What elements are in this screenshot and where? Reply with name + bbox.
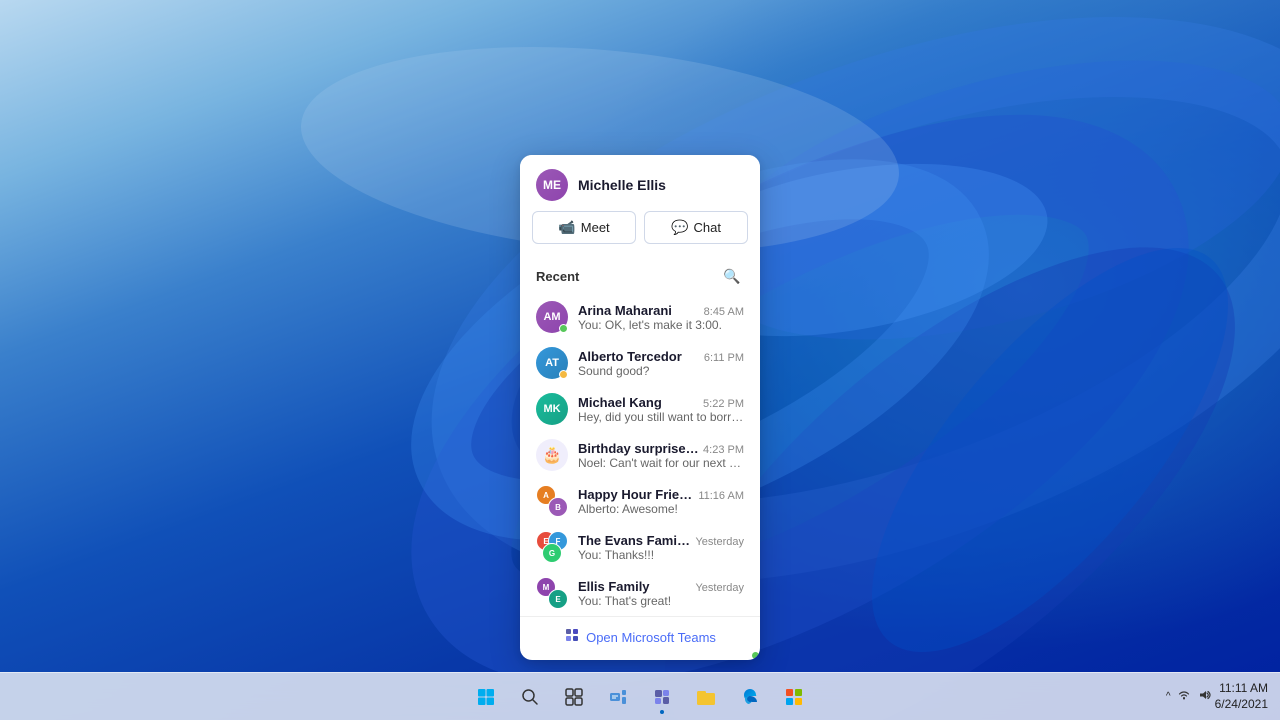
message-preview: Alberto: Awesome! <box>578 502 744 516</box>
teams-chat-icon <box>652 687 672 707</box>
chat-taskbar-button[interactable] <box>642 677 682 717</box>
user-avatar: ME <box>536 169 568 201</box>
wifi-icon[interactable] <box>1177 688 1191 705</box>
date-display: 6/24/2021 <box>1215 697 1268 713</box>
list-item[interactable]: A B Happy Hour Friends 11:16 AM Alberto:… <box>520 478 760 524</box>
avatar: MK <box>536 393 568 425</box>
chat-info: Michael Kang 5:22 PM Hey, did you still … <box>578 395 744 424</box>
search-icon <box>521 688 539 706</box>
avatar: A B <box>536 485 568 517</box>
group-face-2: E <box>548 589 568 609</box>
start-button[interactable] <box>466 677 506 717</box>
contact-name: Arina Maharani <box>578 303 672 318</box>
chat-info: Birthday surprise for Mum 4:23 PM Noel: … <box>578 441 744 470</box>
avatar: 🎂 <box>536 439 568 471</box>
edge-icon <box>740 687 760 707</box>
store-button[interactable] <box>774 677 814 717</box>
contact-name: Alberto Tercedor <box>578 349 682 364</box>
contact-name: The Evans Family of Supers <box>578 533 691 548</box>
avatar: M E <box>536 577 568 609</box>
chat-button[interactable]: 💬 Chat <box>644 211 748 244</box>
open-teams-label: Open Microsoft Teams <box>586 630 716 645</box>
chat-name-row: Alberto Tercedor 6:11 PM <box>578 349 744 364</box>
message-time: 11:16 AM <box>698 490 744 502</box>
action-buttons: 📹 Meet 💬 Chat <box>520 211 760 256</box>
contact-name: Ellis Family <box>578 579 650 594</box>
windows-logo-icon <box>477 688 495 706</box>
list-item[interactable]: AT Alberto Tercedor 6:11 PM Sound good? <box>520 340 760 386</box>
message-preview: Noel: Can't wait for our next catch up! <box>578 456 744 470</box>
chat-info: Alberto Tercedor 6:11 PM Sound good? <box>578 349 744 378</box>
chat-name-row: Michael Kang 5:22 PM <box>578 395 744 410</box>
chat-name-row: The Evans Family of Supers Yesterday <box>578 533 744 548</box>
chat-info: Happy Hour Friends 11:16 AM Alberto: Awe… <box>578 487 744 516</box>
chat-info: The Evans Family of Supers Yesterday You… <box>578 533 744 562</box>
file-explorer-button[interactable] <box>686 677 726 717</box>
avatar: AM <box>536 301 568 333</box>
message-time: 5:22 PM <box>703 398 744 410</box>
recent-label: Recent <box>536 269 579 284</box>
meet-icon: 📹 <box>558 219 575 236</box>
file-explorer-icon <box>696 688 716 706</box>
chat-info: Ellis Family Yesterday You: That's great… <box>578 579 744 608</box>
search-button[interactable] <box>510 677 550 717</box>
edge-button[interactable] <box>730 677 770 717</box>
meet-label: Meet <box>581 220 610 235</box>
taskbar-center <box>466 677 814 717</box>
chat-name-row: Ellis Family Yesterday <box>578 579 744 594</box>
message-time: 8:45 AM <box>704 306 744 318</box>
message-preview: You: OK, let's make it 3:00. <box>578 318 744 332</box>
chat-name-row: Arina Maharani 8:45 AM <box>578 303 744 318</box>
message-time: Yesterday <box>695 536 744 548</box>
time-display: 11:11 AM <box>1215 681 1268 697</box>
chat-icon: 💬 <box>671 219 688 236</box>
contact-name: Birthday surprise for Mum <box>578 441 699 456</box>
list-item[interactable]: E F G The Evans Family of Supers Yesterd… <box>520 524 760 570</box>
taskbar: ^ 11:11 AM 6/24/2021 <box>0 672 1280 720</box>
chat-popup: ME Michelle Ellis 📹 Meet 💬 Chat Recent 🔍… <box>520 155 760 660</box>
user-name: Michelle Ellis <box>578 177 666 193</box>
chat-label: Chat <box>693 220 720 235</box>
contact-name: Happy Hour Friends <box>578 487 694 502</box>
avatar: AT <box>536 347 568 379</box>
open-teams-button[interactable]: Open Microsoft Teams <box>520 616 760 660</box>
recent-section: Recent 🔍 AM Arina Maharani 8:45 AM You: … <box>520 256 760 616</box>
teams-logo-icon <box>564 627 580 643</box>
status-dot <box>559 324 568 333</box>
avatar: E F G <box>536 531 568 563</box>
chat-name-row: Birthday surprise for Mum 4:23 PM <box>578 441 744 456</box>
store-icon <box>784 687 804 707</box>
task-view-button[interactable] <box>554 677 594 717</box>
show-hidden-button[interactable]: ^ <box>1166 691 1171 702</box>
volume-icon[interactable] <box>1197 688 1211 705</box>
status-dot <box>559 370 568 379</box>
list-item[interactable]: M E Ellis Family Yesterday You: That's g… <box>520 570 760 616</box>
meet-button[interactable]: 📹 Meet <box>532 211 636 244</box>
message-preview: You: Thanks!!! <box>578 548 744 562</box>
system-icons: ^ <box>1166 688 1211 705</box>
search-recent-button[interactable]: 🔍 <box>720 264 744 288</box>
message-time: 4:23 PM <box>703 444 744 456</box>
list-item[interactable]: 🎂 Birthday surprise for Mum 4:23 PM Noel… <box>520 432 760 478</box>
message-preview: You: That's great! <box>578 594 744 608</box>
contact-name: Michael Kang <box>578 395 662 410</box>
teams-icon <box>564 627 580 648</box>
message-preview: Hey, did you still want to borrow the no… <box>578 410 744 424</box>
group-face-2: B <box>548 497 568 517</box>
widgets-icon <box>609 688 627 706</box>
chat-name-row: Happy Hour Friends 11:16 AM <box>578 487 744 502</box>
group-face-3: G <box>542 543 562 563</box>
list-item[interactable]: MK Michael Kang 5:22 PM Hey, did you sti… <box>520 386 760 432</box>
message-time: 6:11 PM <box>704 352 744 364</box>
message-preview: Sound good? <box>578 364 744 378</box>
widgets-button[interactable] <box>598 677 638 717</box>
chat-info: Arina Maharani 8:45 AM You: OK, let's ma… <box>578 303 744 332</box>
popup-header: ME Michelle Ellis <box>520 155 760 211</box>
recent-header: Recent 🔍 <box>520 256 760 294</box>
clock[interactable]: 11:11 AM 6/24/2021 <box>1215 681 1268 712</box>
task-view-icon <box>565 688 583 706</box>
system-tray: ^ 11:11 AM 6/24/2021 <box>1166 681 1280 712</box>
list-item[interactable]: AM Arina Maharani 8:45 AM You: OK, let's… <box>520 294 760 340</box>
message-time: Yesterday <box>695 582 744 594</box>
